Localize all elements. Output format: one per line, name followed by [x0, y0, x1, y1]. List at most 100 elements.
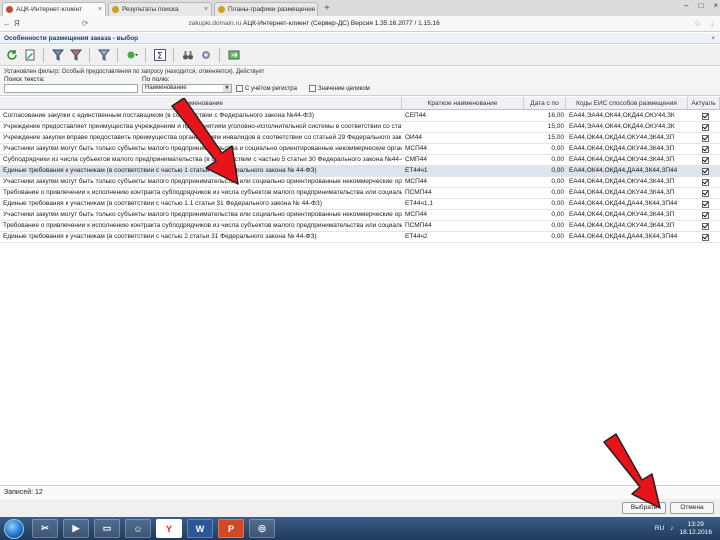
record-count: Записей: 12 [4, 489, 43, 496]
find-button[interactable] [180, 48, 195, 63]
table-row[interactable]: Единые требования к участникам (в соотве… [0, 199, 720, 210]
column-header-active[interactable]: Актуаль [688, 97, 720, 109]
minimize-icon[interactable]: – [684, 1, 688, 10]
close-tab-icon[interactable]: × [201, 6, 208, 13]
maximize-icon[interactable]: □ [698, 1, 703, 10]
word-icon[interactable]: W [187, 519, 213, 538]
export-button[interactable] [226, 48, 241, 63]
table-body: Согласование закупки с единственным пост… [0, 111, 720, 243]
sum-button[interactable]: Σ [152, 48, 167, 63]
active-checkbox[interactable] [702, 222, 709, 230]
select-action-button[interactable] [124, 48, 139, 63]
active-checkbox[interactable] [702, 156, 709, 164]
table-header: Наименование Краткое наименование Дата с… [0, 97, 720, 110]
tools-app-icon[interactable]: ✂ [32, 519, 58, 538]
table-row[interactable]: Единые требования к участникам (в соотве… [0, 166, 720, 177]
select-dropdown-icon [127, 51, 138, 59]
filter-button[interactable] [50, 48, 65, 63]
site-favicon-icon [218, 6, 225, 13]
settings-button[interactable] [198, 48, 213, 63]
table-row[interactable]: Требование о привлечении к исполнению ко… [0, 188, 720, 199]
browser-tab-2[interactable]: Результаты поиска × [108, 2, 212, 16]
table-row[interactable]: Участники закупки могут быть только субъ… [0, 177, 720, 188]
whole-value-option[interactable]: Значение целиком [309, 85, 370, 92]
cell-codes: ЕА44,ОК44,ОКД44,ДА44,ЗК44,ЗП44 [569, 233, 678, 240]
yandex-browser-icon[interactable]: Y [156, 519, 182, 538]
refresh-button[interactable] [4, 48, 19, 63]
edit-document-icon [25, 49, 34, 61]
table-row[interactable]: Требование о привлечении к исполнению ко… [0, 221, 720, 232]
language-indicator[interactable]: RU [655, 525, 664, 532]
table-row[interactable]: Учреждение закупки вправе предоставить п… [0, 133, 720, 144]
table-row[interactable]: Участники закупки могут быть только субъ… [0, 144, 720, 155]
toolbar-separator [89, 48, 90, 62]
close-tab-icon[interactable]: × [95, 6, 102, 13]
cell-name: Участники закупки могут быть только субъ… [3, 145, 402, 152]
clock[interactable]: 13:29 18.12.2016 [679, 521, 712, 537]
cell-active [688, 188, 720, 198]
cell-count: 0,00 [551, 211, 564, 218]
active-checkbox[interactable] [702, 200, 709, 208]
whole-value-checkbox[interactable] [309, 85, 316, 92]
speaker-icon[interactable]: ♪ [670, 525, 673, 532]
back-arrow-icon[interactable]: ← [0, 19, 14, 28]
close-window-icon[interactable]: × [713, 1, 718, 10]
field-select[interactable]: Наименование ▼ [142, 84, 232, 93]
filter-clear-icon [69, 49, 82, 61]
reload-icon[interactable]: ⟳ [82, 19, 89, 28]
cell-name: Требование о привлечении к исполнению ко… [3, 222, 402, 229]
active-checkbox[interactable] [702, 211, 709, 219]
table-row[interactable]: Учреждение предоставляет преимущества уч… [0, 122, 720, 133]
network-app-icon[interactable]: ◎ [249, 519, 275, 538]
browser-tab-1[interactable]: АЦК-Интернет-клиент × [2, 2, 106, 16]
cancel-button[interactable]: Отмена [670, 502, 714, 514]
powerpoint-icon[interactable]: P [218, 519, 244, 538]
cell-name: Единые требования к участникам (в соотве… [3, 167, 317, 174]
chat-app-icon[interactable]: ☺ [125, 519, 151, 538]
chevron-down-icon[interactable]: ▼ [223, 85, 231, 92]
cell-codes: ЕА44,ОК44,ОКД44,ОКУ44,ЗК44,ЗП [569, 222, 675, 229]
active-checkbox[interactable] [702, 233, 709, 241]
media-player-icon[interactable]: ▶ [63, 519, 89, 538]
active-checkbox[interactable] [702, 112, 709, 120]
active-checkbox[interactable] [702, 134, 709, 142]
active-checkbox[interactable] [702, 167, 709, 175]
cell-count: 0,00 [551, 200, 564, 207]
site-favicon-icon [6, 6, 13, 13]
active-checkbox[interactable] [702, 178, 709, 186]
filter-clear-button[interactable] [68, 48, 83, 63]
column-header-short[interactable]: Краткое наименование [402, 97, 524, 109]
new-tab-button[interactable]: + [320, 2, 334, 16]
dialog-close-icon[interactable]: × [711, 33, 715, 44]
edit-button[interactable] [22, 48, 37, 63]
bookmark-star-icon[interactable]: ☆ [694, 19, 701, 28]
case-sensitive-option[interactable]: С учётом регистра [236, 85, 297, 92]
search-input[interactable] [4, 84, 138, 93]
table-row[interactable]: Единые требования к участникам (в соотве… [0, 232, 720, 243]
active-checkbox[interactable] [702, 189, 709, 197]
filter-settings-button[interactable] [96, 48, 111, 63]
windows-start-icon[interactable] [4, 518, 24, 539]
table-row[interactable]: Согласование закупки с единственным пост… [0, 111, 720, 122]
cell-name: Учреждение предоставляет преимущества уч… [3, 123, 402, 130]
cell-short: ПСМП44 [405, 189, 432, 196]
column-header-count[interactable]: Дата с по [524, 97, 566, 109]
column-header-name[interactable]: Наименование [0, 97, 402, 109]
file-explorer-icon[interactable]: ▭ [94, 519, 120, 538]
url-field[interactable]: zakupki.domain.ru АЦК-Интернет-клиент (С… [188, 20, 439, 27]
cell-active [688, 166, 720, 176]
cell-codes: ЕА44,ОК44,ОКД44,ОКУ44,ЗК44,ЗП [569, 211, 675, 218]
filter-icon [51, 49, 64, 61]
browser-tab-3[interactable]: Планы-графики размещение × [214, 2, 318, 16]
close-tab-icon[interactable]: × [315, 6, 317, 13]
table-row[interactable]: Субподрядчики из числа субъектов малого … [0, 155, 720, 166]
select-button[interactable]: Выбрать [622, 502, 666, 514]
download-icon[interactable]: ↓ [710, 19, 714, 28]
column-header-codes[interactable]: Коды ЕИС способов размещения [566, 97, 688, 109]
cell-codes: ЕА44,ОК44,ОКД44,ДА44,ЗК44,ЗП44 [569, 200, 678, 207]
case-sensitive-checkbox[interactable] [236, 85, 243, 92]
table-row[interactable]: Участники закупки могут быть только субъ… [0, 210, 720, 221]
address-bar-actions: ☆ ↓ [694, 19, 720, 28]
active-checkbox[interactable] [702, 145, 709, 153]
active-checkbox[interactable] [702, 123, 709, 131]
